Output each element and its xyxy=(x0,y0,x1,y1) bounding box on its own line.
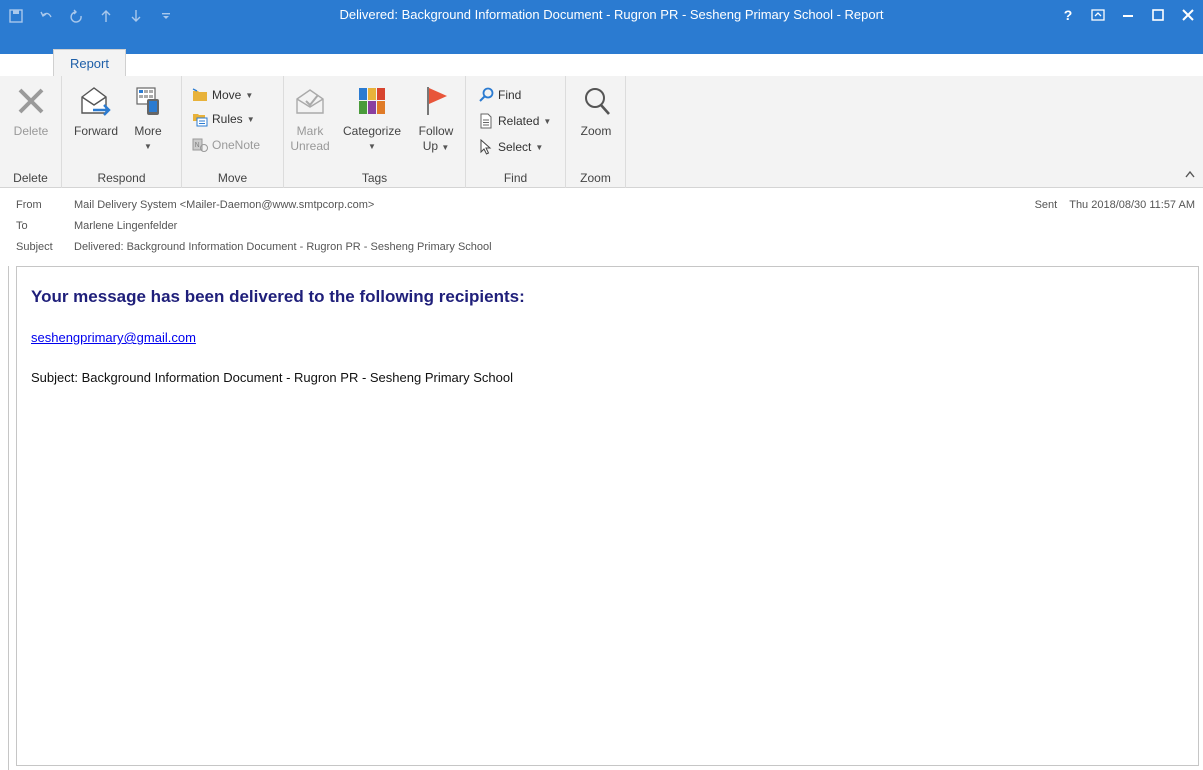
folder-move-icon xyxy=(192,87,208,103)
recipient-link[interactable]: seshengprimary@gmail.com xyxy=(31,330,196,345)
ribbon-tabs: File Report xyxy=(0,49,126,78)
subject-value: Delivered: Background Information Docume… xyxy=(74,241,492,253)
group-label-zoom: Zoom xyxy=(580,171,611,185)
to-label: To xyxy=(16,220,28,232)
categorize-icon xyxy=(354,82,390,120)
group-label-find: Find xyxy=(503,171,528,185)
group-respond: Forward More ▼ Respond xyxy=(62,76,182,188)
more-respond-icon xyxy=(130,82,166,120)
forward-button[interactable]: Forward xyxy=(70,82,122,139)
more-respond-button[interactable]: More ▼ xyxy=(126,82,170,154)
group-label-tags: Tags xyxy=(361,171,388,185)
subject-row: Subject Delivered: Background Informatio… xyxy=(16,241,492,257)
cursor-icon xyxy=(478,139,494,155)
categorize-dropdown-icon: ▼ xyxy=(368,142,376,151)
window-controls: ? xyxy=(1053,0,1203,30)
group-zoom: Zoom Zoom xyxy=(566,76,626,188)
related-icon xyxy=(478,113,494,129)
original-subject: Subject: Background Information Document… xyxy=(31,370,513,385)
rules-button[interactable]: Rules ▼ xyxy=(192,108,255,130)
more-dropdown-icon: ▼ xyxy=(144,142,152,151)
related-button[interactable]: Related ▼ xyxy=(478,110,551,132)
group-label-delete: Delete xyxy=(13,171,48,185)
from-label: From xyxy=(16,199,42,211)
delete-button[interactable]: Delete xyxy=(6,82,56,139)
ribbon-display-options-icon[interactable] xyxy=(1083,0,1113,30)
close-button[interactable] xyxy=(1173,0,1203,30)
to-row: To Marlene Lingenfelder xyxy=(16,220,177,236)
select-dropdown-icon: ▼ xyxy=(535,142,544,152)
message-header: From Mail Delivery System <Mailer-Daemon… xyxy=(0,196,1203,266)
select-button[interactable]: Select ▼ xyxy=(478,136,543,158)
search-icon xyxy=(478,87,494,103)
related-dropdown-icon: ▼ xyxy=(543,116,552,126)
mark-unread-button[interactable]: Mark Unread xyxy=(288,82,332,154)
categorize-button[interactable]: Categorize ▼ xyxy=(336,82,408,154)
minimize-button[interactable] xyxy=(1113,0,1143,30)
follow-up-dropdown-icon: ▼ xyxy=(441,143,450,152)
group-label-move: Move xyxy=(217,171,248,185)
zoom-button[interactable]: Zoom xyxy=(572,82,620,139)
onenote-icon: N xyxy=(192,137,208,153)
rules-dropdown-icon: ▼ xyxy=(246,114,255,124)
rules-icon xyxy=(192,111,208,127)
message-body: Your message has been delivered to the f… xyxy=(16,266,1199,766)
mark-unread-icon xyxy=(292,82,328,120)
sent-row: Sent Thu 2018/08/30 11:57 AM xyxy=(1035,199,1195,211)
move-button[interactable]: Move ▼ xyxy=(192,84,253,106)
ribbon: Delete Delete Forward More ▼ Respond Mov… xyxy=(0,76,1203,188)
follow-up-button[interactable]: Follow Up ▼ xyxy=(412,82,460,155)
delivery-heading: Your message has been delivered to the f… xyxy=(31,287,525,306)
sent-label: Sent xyxy=(1034,199,1058,211)
from-value[interactable]: Mail Delivery System <Mailer-Daemon@www.… xyxy=(74,199,374,215)
zoom-icon xyxy=(578,82,614,120)
group-move: Move ▼ Rules ▼ N OneNote Move xyxy=(182,76,284,188)
svg-text:N: N xyxy=(195,141,200,149)
help-button[interactable]: ? xyxy=(1053,0,1083,30)
title-bar: Delivered: Background Information Docume… xyxy=(0,0,1203,54)
collapse-ribbon-icon[interactable] xyxy=(1185,169,1195,181)
flag-icon xyxy=(418,82,454,120)
reading-pane-left-border xyxy=(8,266,9,770)
tab-report[interactable]: Report xyxy=(52,49,126,76)
delete-icon xyxy=(13,82,49,120)
maximize-button[interactable] xyxy=(1143,0,1173,30)
to-value[interactable]: Marlene Lingenfelder xyxy=(74,220,177,236)
sent-value: Thu 2018/08/30 11:57 AM xyxy=(1069,199,1195,211)
onenote-button[interactable]: N OneNote xyxy=(192,134,260,156)
tab-file[interactable]: File xyxy=(0,52,53,78)
group-tags: Mark Unread Categorize ▼ Follow Up ▼ Tag… xyxy=(284,76,466,188)
window-title: Delivered: Background Information Docume… xyxy=(339,7,884,22)
group-label-respond: Respond xyxy=(97,171,146,185)
move-dropdown-icon: ▼ xyxy=(245,90,254,100)
find-button[interactable]: Find xyxy=(478,84,521,106)
forward-icon xyxy=(78,82,114,120)
from-row: From Mail Delivery System <Mailer-Daemon… xyxy=(16,199,374,215)
subject-label: Subject xyxy=(16,241,53,253)
group-delete: Delete Delete xyxy=(0,76,62,188)
group-find: Find Related ▼ Select ▼ Find xyxy=(466,76,566,188)
